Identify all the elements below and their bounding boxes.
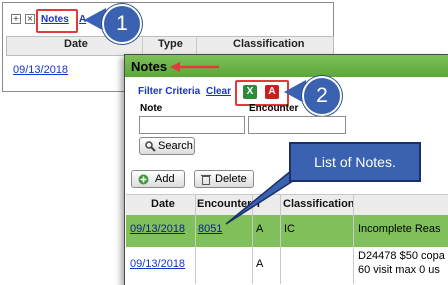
column-type: Type — [158, 38, 183, 50]
note-field-label: Note — [140, 103, 163, 114]
column-classification: Classification — [233, 38, 305, 50]
table-row[interactable]: 09/13/2018 A D24478 $50 copa 60 visit ma… — [126, 247, 448, 284]
expand-icon[interactable]: + — [11, 14, 21, 24]
note-filter-input[interactable] — [139, 116, 245, 134]
callout-number-1: 1 — [102, 4, 142, 44]
panel-title: Notes — [131, 59, 168, 74]
note-text-line-1: D24478 $50 copa — [358, 250, 445, 262]
search-button-label: Search — [158, 140, 193, 152]
add-icon — [138, 174, 149, 185]
search-icon — [145, 141, 156, 152]
callout-number-2: 2 — [302, 76, 342, 116]
add-button-label: Add — [155, 173, 175, 185]
encounter-filter-input[interactable] — [248, 116, 346, 134]
column-divider — [142, 37, 143, 55]
note-type: A — [256, 258, 264, 270]
note-text-line-2: 60 visit max 0 us — [358, 264, 440, 276]
add-button[interactable]: Add — [131, 170, 185, 188]
search-button[interactable]: Search — [139, 137, 195, 155]
column-divider — [195, 194, 196, 284]
column-divider — [196, 37, 197, 55]
encounter-field-label: Encounter — [249, 103, 299, 114]
note-date-link[interactable]: 09/13/2018 — [130, 223, 185, 235]
list-of-notes-tooltip: List of Notes. — [289, 142, 421, 182]
column-divider — [353, 194, 354, 284]
column-date: Date — [64, 38, 88, 50]
trash-icon — [201, 174, 211, 185]
notes-link[interactable]: Notes — [41, 14, 69, 25]
clear-filter-link[interactable]: Clear — [206, 86, 231, 97]
red-arrow-icon — [170, 62, 219, 72]
encounter-link[interactable]: 8051 — [198, 223, 222, 235]
collapse-box-icon[interactable]: × — [25, 14, 35, 24]
background-table-header: Date Type Classification — [6, 36, 334, 56]
column-date: Date — [151, 198, 175, 210]
note-text: Incomplete Reas — [358, 223, 441, 235]
pdf-export-icon[interactable]: A — [265, 85, 279, 99]
excel-export-icon[interactable]: X — [243, 85, 257, 99]
background-row-date-link[interactable]: 09/13/2018 — [13, 64, 68, 76]
note-date-link[interactable]: 09/13/2018 — [130, 258, 185, 270]
filter-criteria-label: Filter Criteria — [138, 86, 201, 97]
